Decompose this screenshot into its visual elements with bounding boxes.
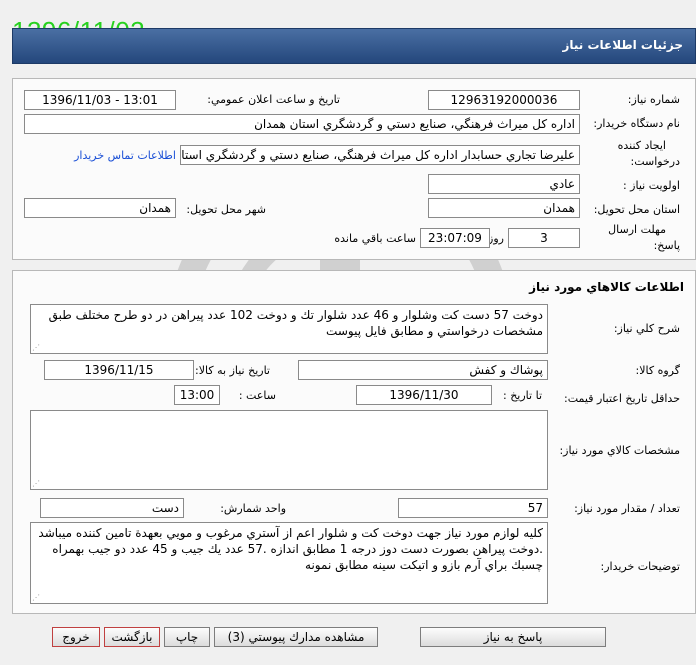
price-validity-label: حداقل تاريخ اعتبار قيمت: [564, 392, 680, 405]
announce-datetime-field: 1396/11/03 - 13:01 [24, 90, 176, 110]
need-number-label: شماره نياز: [627, 93, 680, 106]
unit-label: واحد شمارش: [220, 502, 286, 515]
need-date-field: 1396/11/15 [44, 360, 194, 380]
announce-datetime-label: تاريخ و ساعت اعلان عمومي: [207, 93, 340, 106]
exit-button[interactable]: خروج [52, 627, 100, 647]
goods-section-title: اطلاعات كالاهاي مورد نياز [529, 280, 684, 294]
need-date-label: تاريخ نياز به كالا: [195, 364, 270, 377]
specs-field [30, 410, 548, 490]
deadline-label-2: پاسخ: [653, 239, 680, 252]
window-title: جزئيات اطلاعات نياز [562, 38, 683, 52]
priority-field: عادي [428, 174, 580, 194]
until-date-field: 1396/11/30 [356, 385, 492, 405]
hour-label: ساعت : [238, 389, 276, 402]
back-button[interactable]: بازگشت [104, 627, 160, 647]
contact-buyer-link[interactable]: اطلاعات تماس خريدار [74, 149, 176, 162]
creator-field: عليرضا تجاري حسابدار اداره كل ميراث فرهن… [180, 145, 580, 165]
priority-label: اولويت نياز : [622, 179, 680, 192]
city-field: همدان [24, 198, 176, 218]
creator-label-1: ايجاد كننده [617, 139, 666, 152]
buyer-org-label: نام دستگاه خريدار: [593, 117, 680, 130]
quantity-field: 57 [398, 498, 548, 518]
window-title-bar: جزئيات اطلاعات نياز [12, 28, 696, 64]
goods-group-field: پوشاك و كفش [298, 360, 548, 380]
unit-field: دست [40, 498, 184, 518]
buyer-org-field: اداره كل ميراث فرهنگي، صنايع دستي و گردش… [24, 114, 580, 134]
print-button[interactable]: چاپ [164, 627, 210, 647]
specs-label: مشخصات كالاي مورد نياز: [559, 444, 680, 457]
summary-field: دوخت 57 دست كت وشلوار و 46 عدد شلوار تك … [30, 304, 548, 354]
city-label: شهر محل تحويل: [186, 203, 266, 216]
hour-field: 13:00 [174, 385, 220, 405]
deadline-label-1: مهلت ارسال [608, 223, 666, 236]
time-left-label: ساعت باقي مانده [334, 232, 416, 245]
notes-resize-handle-icon[interactable]: ⋰ [32, 594, 40, 602]
resize-handle-icon[interactable]: ⋰ [32, 344, 40, 352]
province-label: استان محل تحويل: [593, 203, 680, 216]
specs-resize-handle-icon[interactable]: ⋰ [32, 480, 40, 488]
creator-label-2: درخواست: [630, 155, 680, 168]
buyer-notes-label: توضيحات خريدار: [600, 560, 681, 573]
buyer-notes-field: كليه لوازم مورد نياز جهت دوخت كت و شلوار… [30, 522, 548, 604]
province-field: همدان [428, 198, 580, 218]
time-left-field: 23:07:09 [420, 228, 490, 248]
goods-group-label: گروه كالا: [635, 364, 680, 377]
need-number-field: 1296319200003‎6 [428, 90, 580, 110]
summary-label: شرح كلي نياز: [613, 322, 680, 335]
deadline-days-field: 3 [508, 228, 580, 248]
until-date-label: تا تاريخ : [503, 389, 542, 402]
reply-to-need-button[interactable]: پاسخ به نياز [420, 627, 606, 647]
view-attachments-button[interactable]: مشاهده مدارك پيوستي (3) [214, 627, 378, 647]
quantity-label: تعداد / مقدار مورد نياز: [574, 502, 680, 515]
